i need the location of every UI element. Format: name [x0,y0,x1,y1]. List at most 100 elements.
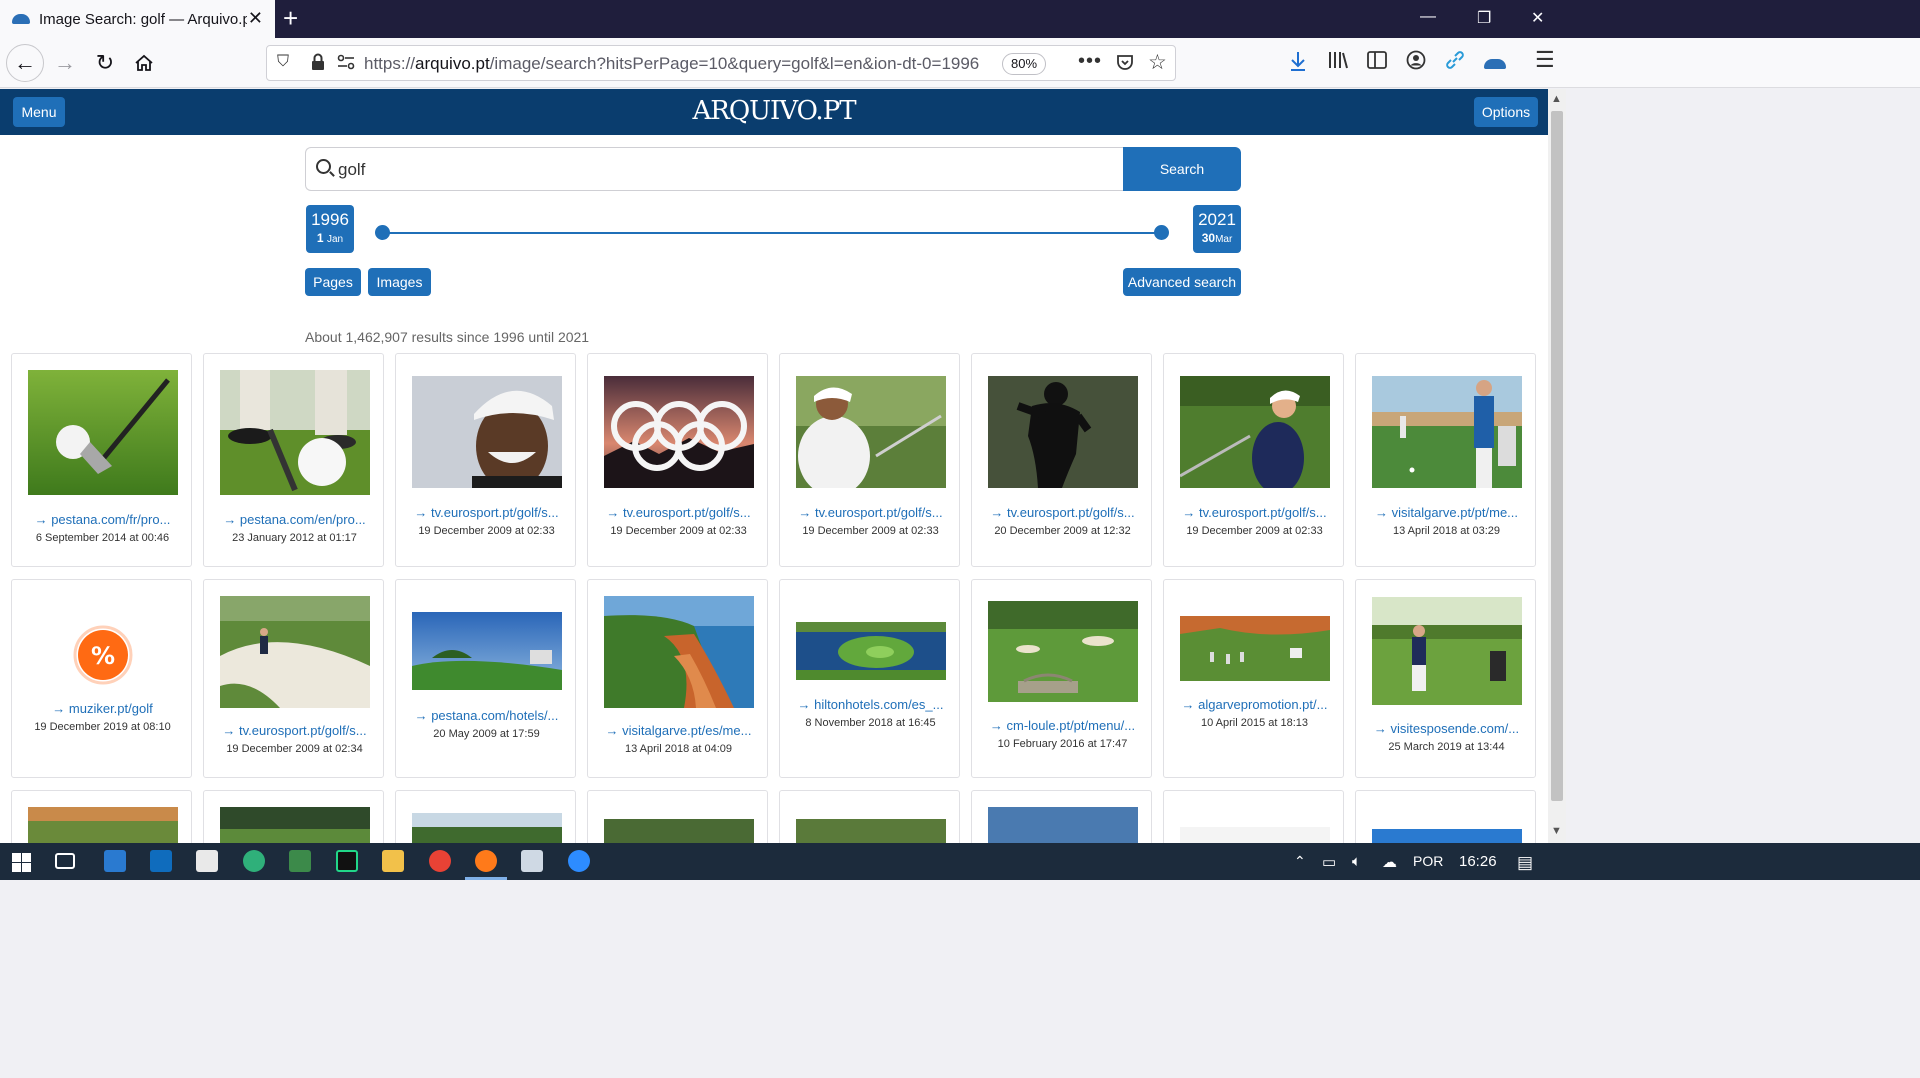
result-thumbnail[interactable] [988,376,1138,488]
result-card[interactable]: → pestana.com/hotels/... 20 May 2009 at … [395,579,576,778]
result-thumbnail[interactable] [988,807,1138,843]
bookmark-star-icon[interactable]: ☆ [1148,50,1167,75]
outlook-icon[interactable] [150,850,172,872]
result-link[interactable]: → pestana.com/en/pro... [204,512,385,527]
zoom-app-icon[interactable] [568,850,590,872]
result-card[interactable]: → hiltonhotels.com/es_... 8 November 201… [779,579,960,778]
result-link[interactable]: → tv.eurosport.pt/golf/s... [972,505,1153,520]
result-thumbnail[interactable]: % [28,625,178,685]
result-card[interactable]: → algarvepromotion.pt/... 10 April 2015 … [1163,579,1344,778]
result-card[interactable]: → tv.eurosport.pt/golf/s... 19 December … [587,353,768,567]
chrome-icon[interactable] [429,850,451,872]
result-card[interactable]: % → muziker.pt/golf 19 December 2019 at … [11,579,192,778]
result-thumbnail[interactable] [1372,376,1522,488]
download-icon[interactable] [1288,50,1308,72]
result-thumbnail[interactable] [988,601,1138,702]
date-from-picker[interactable]: 1996 1 Jan [306,205,354,253]
result-thumbnail[interactable] [412,813,562,843]
result-link[interactable]: → tv.eurosport.pt/golf/s... [396,505,577,520]
cloud-upload-icon[interactable]: ☁ [1382,853,1397,871]
result-thumbnail[interactable] [796,819,946,843]
images-button[interactable]: Images [368,268,431,296]
result-link[interactable]: → visitesposende.com/... [1356,721,1537,736]
options-button[interactable]: Options [1474,97,1538,127]
result-card[interactable] [779,790,960,843]
result-link[interactable]: → cm-loule.pt/pt/menu/... [972,718,1153,733]
edge-icon[interactable] [243,850,265,872]
back-button[interactable]: ← [6,44,44,82]
result-thumbnail[interactable] [412,376,562,488]
forward-button[interactable]: → [49,47,81,79]
result-link[interactable]: → visitalgarve.pt/es/me... [588,723,769,738]
result-card[interactable]: → tv.eurosport.pt/golf/s... 20 December … [971,353,1152,567]
result-card[interactable]: → visitesposende.com/... 25 March 2019 a… [1355,579,1536,778]
result-card[interactable] [587,790,768,843]
result-thumbnail[interactable] [1180,616,1330,681]
show-hidden-icons-icon[interactable]: ⌃ [1294,853,1306,870]
result-thumbnail[interactable] [604,376,754,488]
zoom-indicator[interactable]: 80% [1002,53,1047,75]
result-thumbnail[interactable] [1372,597,1522,705]
remote-app-icon[interactable] [289,850,311,872]
result-link[interactable]: → tv.eurosport.pt/golf/s... [588,505,769,520]
result-thumbnail[interactable] [220,370,370,495]
result-thumbnail[interactable] [220,596,370,708]
search-input[interactable]: golf [305,147,1123,191]
result-thumbnail[interactable] [28,370,178,495]
result-thumbnail[interactable] [604,819,754,843]
result-link[interactable]: → tv.eurosport.pt/golf/s... [204,723,385,738]
result-thumbnail[interactable] [796,376,946,488]
pages-button[interactable]: Pages [305,268,361,296]
result-card[interactable]: → tv.eurosport.pt/golf/s... 19 December … [779,353,960,567]
result-thumbnail[interactable] [604,596,754,708]
task-view-icon[interactable] [55,853,75,869]
active-tab[interactable]: Image Search: golf — Arquivo.pt ✕ [0,0,275,38]
store-icon[interactable] [196,850,218,872]
result-card[interactable] [1163,790,1344,843]
result-thumbnail[interactable] [412,612,562,690]
firefox-icon[interactable] [475,850,497,872]
result-thumbnail[interactable] [1372,829,1522,843]
result-link[interactable]: → tv.eurosport.pt/golf/s... [780,505,961,520]
new-tab-button[interactable]: + [283,4,298,32]
result-card[interactable]: → pestana.com/fr/pro... 6 September 2014… [11,353,192,567]
clock[interactable]: 16:26 [1459,853,1497,870]
library-icon[interactable] [1327,50,1349,70]
arquivo-extension-icon[interactable] [1484,59,1506,69]
pycharm-icon[interactable] [336,850,358,872]
result-card[interactable]: → visitalgarve.pt/es/me... 13 April 2018… [587,579,768,778]
result-link[interactable]: → pestana.com/hotels/... [396,708,577,723]
result-card[interactable] [1355,790,1536,843]
scroll-up-icon[interactable]: ▲ [1551,93,1562,105]
result-thumbnail[interactable] [1180,827,1330,843]
result-card[interactable]: → pestana.com/en/pro... 23 January 2012 … [203,353,384,567]
mail-app-icon[interactable] [104,850,126,872]
extension-link-icon[interactable] [1445,50,1465,70]
reload-button[interactable]: ↻ [89,47,121,79]
result-link[interactable]: → hiltonhotels.com/es_... [780,697,961,712]
page-actions-icon[interactable]: ••• [1078,50,1102,73]
date-range-track[interactable] [382,232,1161,234]
result-link[interactable]: → algarvepromotion.pt/... [1164,697,1345,712]
scrollbar-thumb[interactable] [1551,111,1563,801]
result-card[interactable] [11,790,192,843]
result-card[interactable]: → tv.eurosport.pt/golf/s... 19 December … [395,353,576,567]
close-tab-icon[interactable]: ✕ [248,8,263,29]
battery-icon[interactable]: ▭ [1322,853,1336,871]
arquivo-logo[interactable]: ARQUIVO.PT [0,96,1548,126]
lock-icon[interactable] [311,53,325,71]
tracking-protection-icon[interactable]: ⛉ [277,53,289,71]
result-thumbnail[interactable] [28,807,178,843]
scroll-down-icon[interactable]: ▼ [1551,825,1562,837]
minimize-button[interactable]: — [1420,8,1436,26]
result-link[interactable]: → visitalgarve.pt/pt/me... [1356,505,1537,520]
url-text[interactable]: https://arquivo.pt/image/search?hitsPerP… [364,54,994,74]
account-icon[interactable] [1406,50,1426,70]
home-button[interactable] [128,47,160,79]
pocket-icon[interactable] [1115,52,1135,72]
date-range-start-handle[interactable] [375,225,390,240]
result-card[interactable]: → visitalgarve.pt/pt/me... 13 April 2018… [1355,353,1536,567]
file-explorer-icon[interactable] [382,850,404,872]
result-card[interactable] [203,790,384,843]
search-button[interactable]: Search [1123,147,1241,191]
